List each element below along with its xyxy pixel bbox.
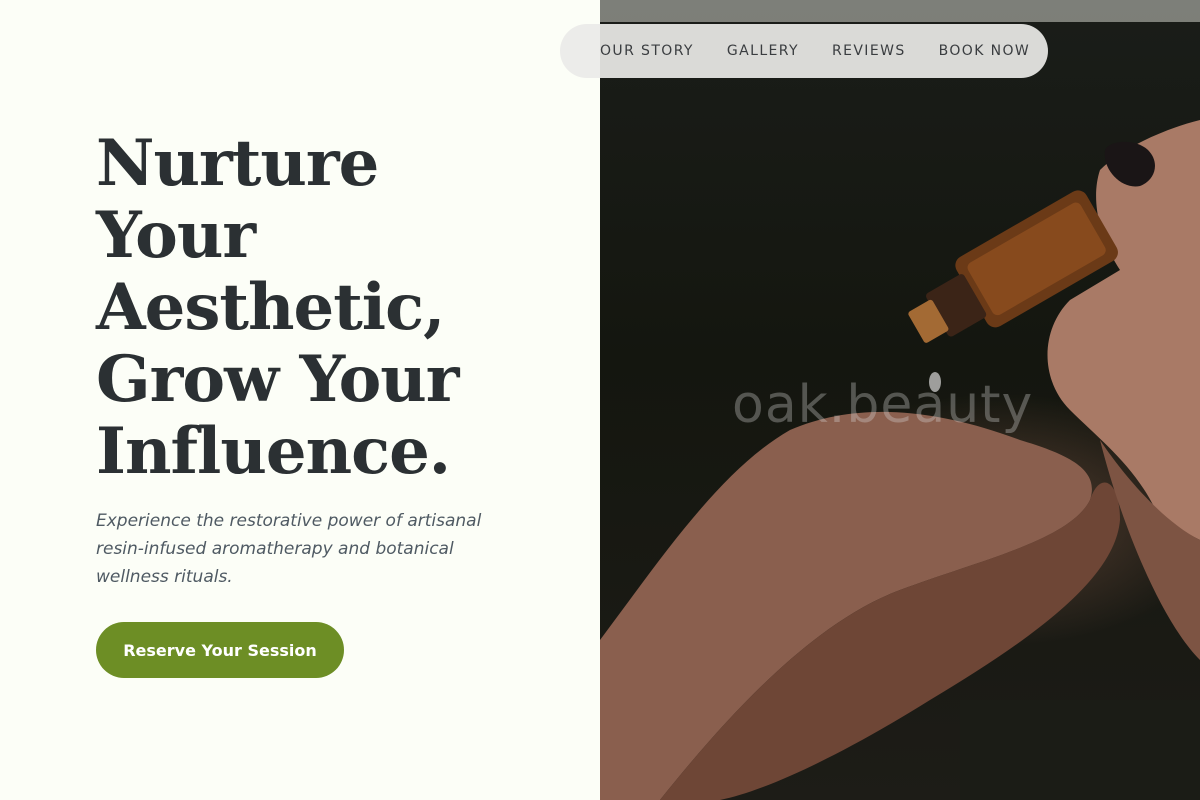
subtext-line: resin-infused aromatherapy and botanical [96, 539, 454, 559]
reserve-session-button[interactable]: Reserve Your Session [96, 622, 344, 678]
nav-link-book-now[interactable]: BOOK NOW [939, 43, 1031, 59]
headline-line: Grow Your [96, 342, 460, 417]
subtext-line: Experience the restorative power of arti… [96, 511, 482, 531]
headline-line: Aesthetic, [96, 270, 445, 345]
subtext-line: wellness rituals. [96, 567, 233, 587]
headline-line: Nurture [96, 126, 379, 201]
hero-text-panel: Nurture Your Aesthetic, Grow Your Influe… [0, 0, 600, 800]
headline-line: Influence. [96, 414, 451, 489]
hero-headline: Nurture Your Aesthetic, Grow Your Influe… [96, 128, 566, 488]
headline-line: Your [96, 198, 256, 273]
top-navigation: OUR STORY GALLERY REVIEWS BOOK NOW [560, 24, 1048, 78]
watermark-text: oak.beauty [732, 375, 1034, 435]
nav-link-our-story[interactable]: OUR STORY [600, 43, 694, 59]
nav-link-gallery[interactable]: GALLERY [727, 43, 799, 59]
hero-subtext: Experience the restorative power of arti… [96, 507, 496, 591]
nav-link-reviews[interactable]: REVIEWS [832, 43, 906, 59]
